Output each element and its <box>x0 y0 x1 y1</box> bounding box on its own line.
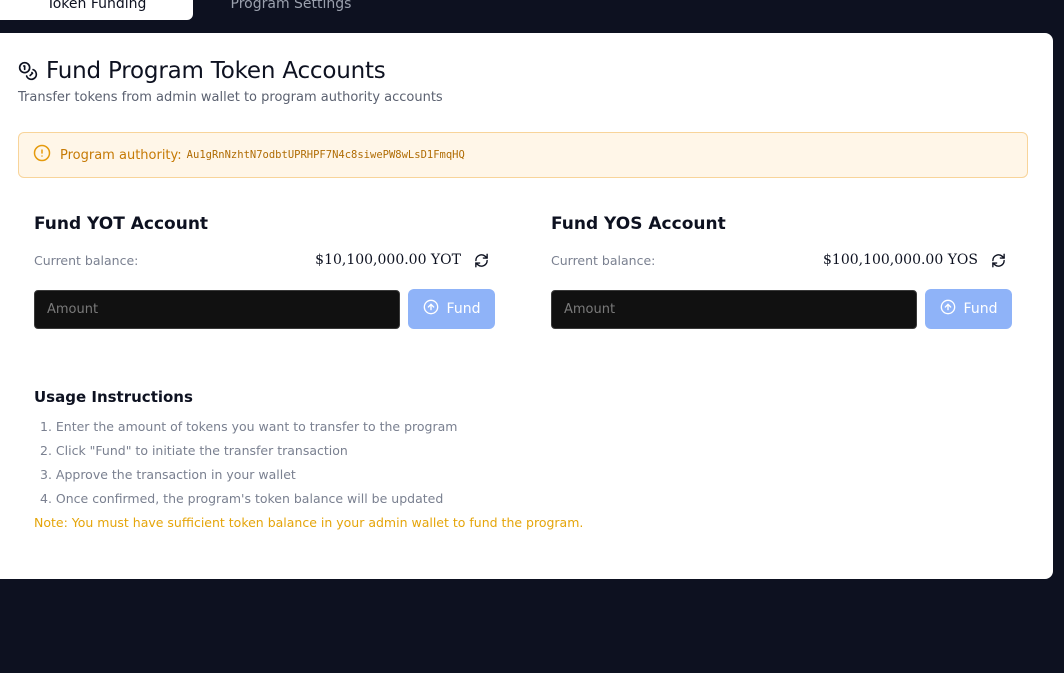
title-row: Fund Program Token Accounts <box>18 58 386 84</box>
yos-balance-label: Current balance: <box>551 252 656 268</box>
usage-step: 3. Approve the transaction in your walle… <box>40 467 296 482</box>
info-icon <box>33 144 60 166</box>
coins-icon <box>18 61 38 81</box>
fund-yot-section: Fund YOT Account Current balance: $10,10… <box>34 214 495 329</box>
program-authority-address: Au1gRnNzhtN7odbtUPRHPF7N4c8siwePW8wLsD1F… <box>186 149 465 161</box>
usage-instructions: Usage Instructions 1. Enter the amount o… <box>34 388 934 530</box>
arrow-up-circle-icon <box>423 299 439 319</box>
tab-token-funding[interactable]: Token Funding <box>0 0 193 20</box>
fund-yot-button[interactable]: Fund <box>408 289 495 329</box>
usage-title: Usage Instructions <box>34 388 193 406</box>
page-subtitle: Transfer tokens from admin wallet to pro… <box>18 90 443 105</box>
yos-balance-row: Current balance: $100,100,000.00 YOS <box>551 250 1012 270</box>
usage-steps: 1. Enter the amount of tokens you want t… <box>34 415 934 511</box>
usage-note: Note: You must have sufficient token bal… <box>34 515 584 530</box>
refresh-icon[interactable] <box>473 252 489 268</box>
fund-yos-section: Fund YOS Account Current balance: $100,1… <box>551 214 1012 329</box>
tab-bar: Token Funding Program Settings <box>0 0 1064 33</box>
yot-input-row: Fund <box>34 289 495 329</box>
funding-card: Fund Program Token Accounts Transfer tok… <box>0 33 1053 579</box>
fund-yos-button-label: Fund <box>963 301 998 317</box>
usage-step: 2. Click "Fund" to initiate the transfer… <box>40 443 348 458</box>
yot-amount-input[interactable] <box>34 290 400 329</box>
yot-balance-value: $10,100,000.00 YOT <box>315 252 461 268</box>
yot-balance-row: Current balance: $10,100,000.00 YOT <box>34 250 495 270</box>
yos-balance-value: $100,100,000.00 YOS <box>823 252 978 268</box>
fund-yot-title: Fund YOT Account <box>34 214 209 234</box>
fund-yot-button-label: Fund <box>446 301 481 317</box>
arrow-up-circle-icon <box>940 299 956 319</box>
refresh-icon[interactable] <box>990 252 1006 268</box>
tab-program-settings[interactable]: Program Settings <box>193 0 389 20</box>
page-title: Fund Program Token Accounts <box>46 58 386 84</box>
yos-input-row: Fund <box>551 289 1012 329</box>
fund-yos-title: Fund YOS Account <box>551 214 726 234</box>
usage-step: 1. Enter the amount of tokens you want t… <box>40 419 458 434</box>
usage-step: 4. Once confirmed, the program's token b… <box>40 491 444 506</box>
program-authority-alert: Program authority: Au1gRnNzhtN7odbtUPRHP… <box>18 132 1028 178</box>
fund-yos-button[interactable]: Fund <box>925 289 1012 329</box>
yot-balance-label: Current balance: <box>34 252 139 268</box>
yos-amount-input[interactable] <box>551 290 917 329</box>
alert-label: Program authority: <box>60 147 182 163</box>
